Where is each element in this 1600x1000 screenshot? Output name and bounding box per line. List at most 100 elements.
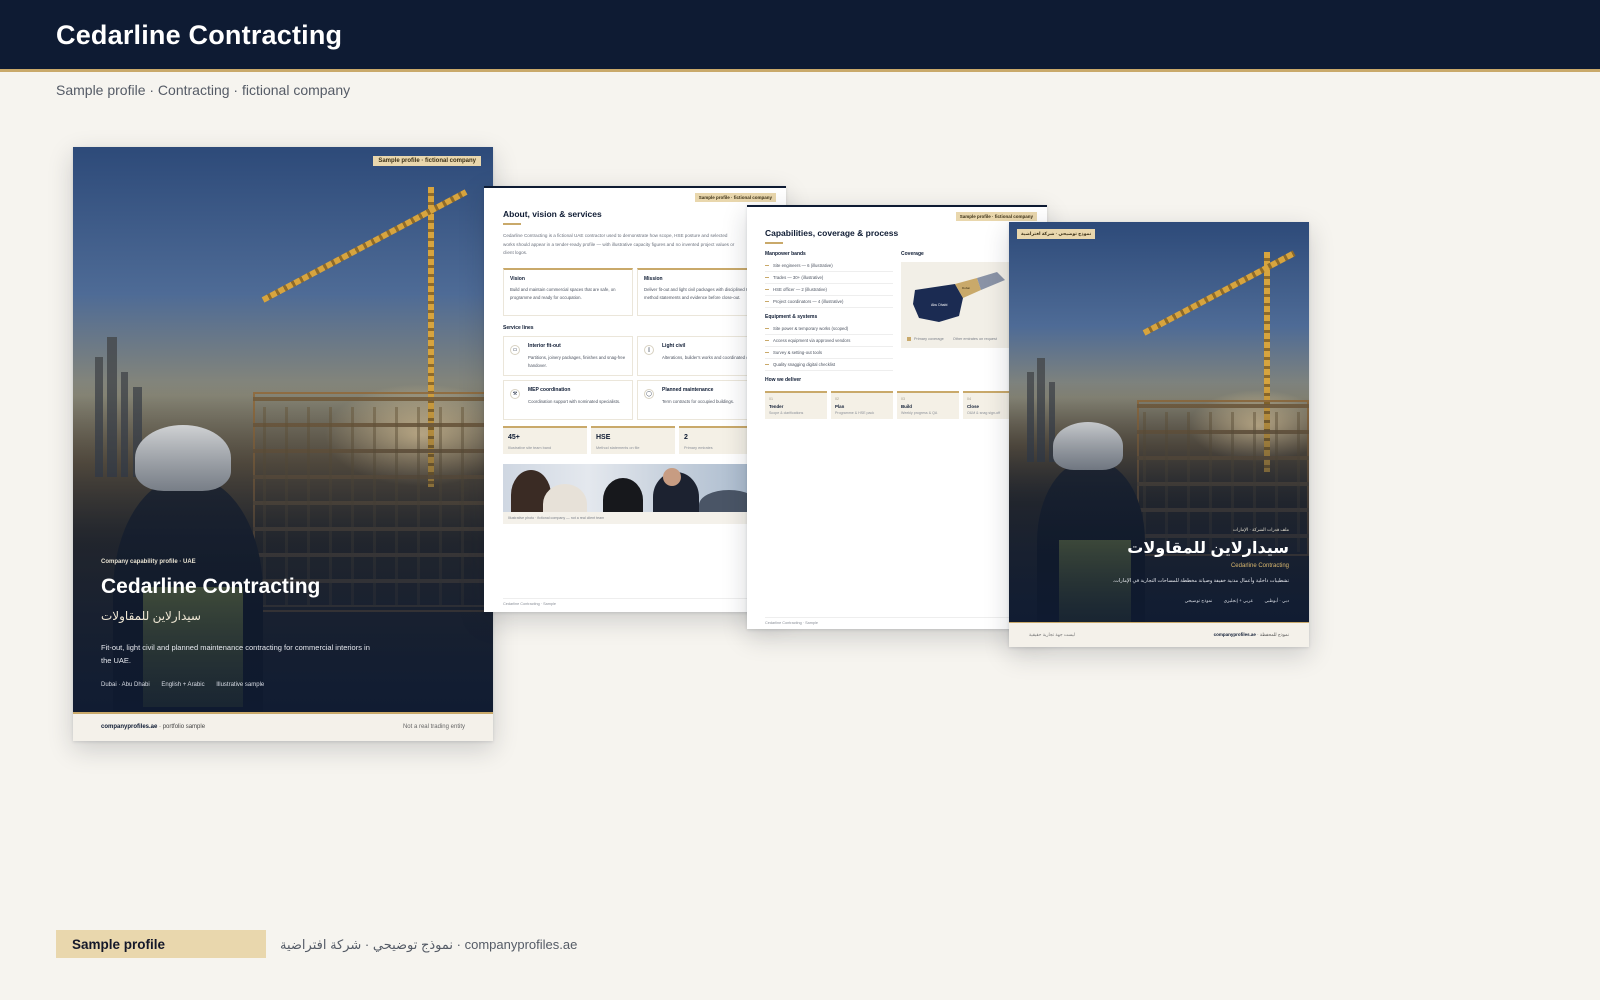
page-subtitle: Sample profile · Contracting · fictional… bbox=[56, 82, 351, 98]
vision-title: Vision bbox=[510, 276, 525, 282]
sample-badge: نموذج توضيحي · شركة افتراضية bbox=[1017, 229, 1096, 239]
process-step: 01 Tender Scope & clarifications bbox=[765, 391, 827, 419]
stat-label: Illustrative site team band bbox=[508, 446, 552, 450]
mission-title: Mission bbox=[644, 276, 663, 282]
step-text: Weekly progress & QA bbox=[901, 411, 938, 415]
stat-card: HSE Method statements on file bbox=[591, 426, 675, 454]
step-number: 02 bbox=[835, 397, 839, 401]
stat-label: Method statements on file bbox=[596, 446, 640, 450]
arabic-cover-page-preview[interactable]: نموذج توضيحي · شركة افتراضية ملف قدرات ا… bbox=[1009, 222, 1309, 647]
coverage-heading: Coverage bbox=[901, 251, 924, 257]
about-page-preview[interactable]: Sample profile · fictional company About… bbox=[484, 186, 786, 612]
step-title: Build bbox=[901, 404, 912, 409]
document-icon: ▯ bbox=[644, 345, 654, 355]
service-title: Light civil bbox=[662, 343, 686, 349]
process-heading: How we deliver bbox=[765, 377, 802, 383]
building-icon: ▭ bbox=[510, 345, 520, 355]
footer-brand: companyprofiles.ae bbox=[101, 724, 158, 730]
about-footer: Cedarline Contracting · Sample bbox=[503, 598, 786, 606]
arabic-cover-english-title: Cedarline Contracting bbox=[1230, 563, 1289, 569]
footer-disclaimer: Not a real trading entity bbox=[402, 724, 465, 730]
manpower-heading: Manpower bands bbox=[765, 251, 806, 257]
step-title: Plan bbox=[835, 404, 845, 409]
service-card: ⚒ MEP coordination Coordination support … bbox=[503, 380, 633, 420]
wrench-icon: ⚒ bbox=[510, 389, 520, 399]
arabic-description: تشطيبات داخلية وأعمال مدنية خفيفة وصيانة… bbox=[1112, 578, 1289, 584]
list-item: Trades — 30+ (illustrative) bbox=[765, 275, 893, 284]
list-item: Quality snagging digital checklist bbox=[765, 362, 893, 371]
stat-value: HSE bbox=[596, 434, 611, 441]
stat-card: 45+ Illustrative site team band bbox=[503, 426, 587, 454]
cover-photo bbox=[73, 147, 493, 712]
vision-card: Vision Build and maintain commercial spa… bbox=[503, 268, 633, 316]
meta-item: Illustrative sample bbox=[216, 682, 265, 688]
step-text: Scope & clarifications bbox=[769, 411, 804, 415]
cover-page-preview[interactable]: Sample profile · fictional company Compa… bbox=[73, 147, 493, 741]
stat-value: 45+ bbox=[508, 434, 520, 441]
sample-badge: Sample profile · fictional company bbox=[694, 193, 776, 202]
arabic-cover-photo bbox=[1009, 222, 1309, 622]
page-title: Cedarline Contracting bbox=[56, 20, 343, 50]
shield-icon: ◯ bbox=[644, 389, 654, 399]
list-item: Access equipment via approved vendors bbox=[765, 338, 893, 347]
sample-profile-label: Sample profile bbox=[72, 937, 166, 952]
map-label-abu-dhabi: Abu Dhabi bbox=[931, 303, 948, 307]
list-item: Survey & setting-out tools bbox=[765, 350, 893, 359]
map-region-northern bbox=[977, 272, 1005, 290]
list-item: HSE officer — 2 (illustrative) bbox=[765, 287, 893, 296]
list-item: Project coordinators — 4 (illustrative) bbox=[765, 299, 893, 308]
step-title: Close bbox=[967, 404, 979, 409]
step-text: Programme & HSE pack bbox=[835, 411, 875, 415]
about-title: About, vision & services bbox=[503, 209, 602, 219]
sample-badge: Sample profile · fictional company bbox=[373, 156, 481, 166]
map-legend: Primary coverage Other emirates on reque… bbox=[907, 337, 997, 341]
map-label-dubai: Dubai bbox=[962, 286, 970, 290]
arabic-meta: دبي · أبوظبي عربي + إنجليزي نموذج توضيحي bbox=[1175, 598, 1289, 604]
cover-kicker: Company capability profile · UAE bbox=[101, 559, 196, 565]
meta-item: Dubai · Abu Dhabi bbox=[101, 682, 150, 688]
legend-item: Primary coverage bbox=[914, 337, 944, 341]
list-item: Site engineers — 6 (illustrative) bbox=[765, 263, 893, 272]
capabilities-title: Capabilities, coverage & process bbox=[765, 228, 899, 238]
equipment-heading: Equipment & systems bbox=[765, 314, 818, 320]
step-number: 01 bbox=[769, 397, 773, 401]
list-item: Site power & temporary works (scoped) bbox=[765, 326, 893, 335]
arabic-cover-footer: ليست جهة تجارية حقيقية نموذج للمحفظة · c… bbox=[1009, 623, 1309, 647]
process-step: 03 Build Weekly progress & QA bbox=[897, 391, 959, 419]
footer-brand-prefix: نموذج للمحفظة · bbox=[1255, 632, 1289, 637]
step-number: 04 bbox=[967, 397, 971, 401]
legend-item: Other emirates on request bbox=[952, 337, 997, 341]
cover-meta: Dubai · Abu Dhabi English + Arabic Illus… bbox=[101, 682, 274, 688]
footer-disclaimer: ليست جهة تجارية حقيقية bbox=[1029, 632, 1076, 637]
stat-label: Primary emirates bbox=[684, 446, 713, 450]
meta-item: English + Arabic bbox=[161, 682, 205, 688]
arabic-title: سيدارلاين للمقاولات bbox=[1127, 540, 1289, 557]
footer-brand-suffix: · portfolio sample bbox=[157, 724, 206, 730]
footer-brand: companyprofiles.ae bbox=[1213, 632, 1256, 637]
capabilities-footer: Cedarline Contracting · Sample bbox=[765, 617, 1047, 625]
service-title: Interior fit-out bbox=[528, 343, 561, 349]
services-heading: Service lines bbox=[503, 325, 534, 331]
process-step: 02 Plan Programme & HSE pack bbox=[831, 391, 893, 419]
cover-title-arabic: سيدارلاين للمقاولات bbox=[101, 609, 201, 623]
photo-caption: Illustrative photo · fictional company —… bbox=[508, 516, 605, 520]
arabic-kicker: ملف قدرات الشركة · الإمارات bbox=[1232, 527, 1289, 532]
meta-item: دبي · أبوظبي bbox=[1264, 598, 1289, 603]
meta-item: عربي + إنجليزي bbox=[1223, 598, 1254, 603]
step-title: Tender bbox=[769, 404, 784, 409]
about-intro: Cedarline Contracting is a fictional UAE… bbox=[503, 233, 735, 255]
service-text: Coordination support with nominated spec… bbox=[528, 399, 621, 404]
photo-caption-bar: Illustrative photo · fictional company —… bbox=[503, 512, 786, 524]
service-title: Planned maintenance bbox=[662, 387, 714, 393]
vision-text: Build and maintain commercial spaces tha… bbox=[510, 287, 616, 300]
service-text: Partitions, joinery packages, finishes a… bbox=[528, 355, 626, 368]
cover-footer: companyprofiles.ae · portfolio sample No… bbox=[73, 714, 493, 741]
cover-description: Fit-out, light civil and planned mainten… bbox=[101, 643, 370, 665]
sample-profile-badge: Sample profile bbox=[56, 930, 266, 958]
cover-title: Cedarline Contracting bbox=[101, 575, 321, 598]
sample-badge: Sample profile · fictional company bbox=[955, 212, 1037, 221]
bottom-note: نموذج توضيحي · شركة افتراضية · companypr… bbox=[280, 937, 578, 952]
capabilities-page-preview[interactable]: Sample profile · fictional company Capab… bbox=[747, 205, 1047, 629]
meta-item: نموذج توضيحي bbox=[1184, 598, 1213, 603]
top-bar: Cedarline Contracting bbox=[0, 0, 1600, 72]
